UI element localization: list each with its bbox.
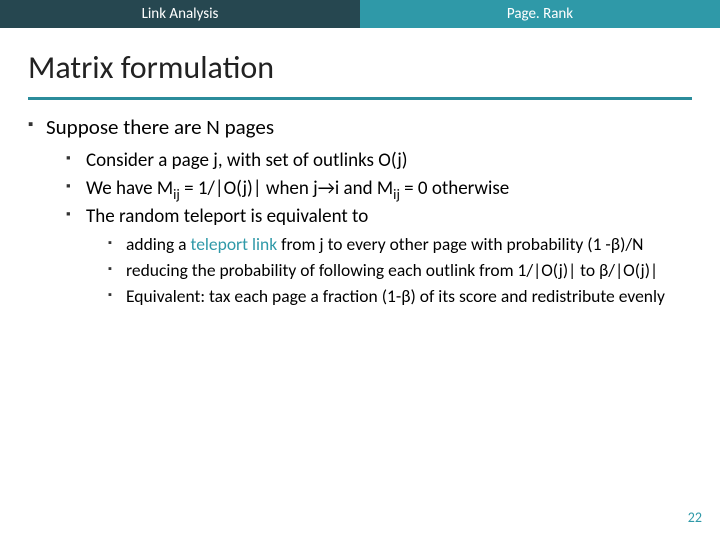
tl-a: adding a: [126, 233, 191, 255]
mij-c: = 0 otherwise: [400, 177, 509, 200]
bullet-teleport-text: The random teleport is equivalent to: [86, 205, 368, 228]
tab-link-analysis: Link Analysis: [0, 0, 360, 28]
bullet-consider: Consider a page j, with set of outlinks …: [66, 148, 692, 173]
page-number: 22: [688, 509, 702, 526]
teleport-link-phrase: teleport link: [191, 233, 278, 255]
title-wrap: Matrix formulation: [0, 28, 720, 93]
slide: Link Analysis Page. Rank Matrix formulat…: [0, 0, 720, 540]
bullet-reduce-prob: reducing the probability of following ea…: [108, 259, 692, 282]
bullet-teleport: The random teleport is equivalent to add…: [66, 204, 692, 308]
bullet-equivalent: Equivalent: tax each page a fraction (1-…: [108, 285, 692, 308]
mij-a: We have M: [86, 177, 173, 200]
title-rule: [28, 97, 692, 100]
body: Suppose there are N pages Consider a pag…: [0, 114, 720, 308]
bullet-suppose: Suppose there are N pages Consider a pag…: [28, 114, 692, 308]
bullet-mij: We have Mij = 1/|O(j)| when j→i and Mij …: [66, 176, 692, 201]
mij-b: = 1/|O(j)| when j→i and M: [180, 177, 393, 200]
topbar: Link Analysis Page. Rank: [0, 0, 720, 28]
bullet-teleport-link: adding a teleport link from j to every o…: [108, 233, 692, 256]
tab-pagerank: Page. Rank: [360, 0, 720, 28]
mij-sub1: ij: [173, 185, 180, 203]
page-title: Matrix formulation: [28, 48, 692, 87]
mij-sub2: ij: [393, 185, 400, 203]
bullet-suppose-text: Suppose there are N pages: [46, 114, 274, 140]
tl-b: from j to every other page with probabil…: [277, 233, 643, 255]
